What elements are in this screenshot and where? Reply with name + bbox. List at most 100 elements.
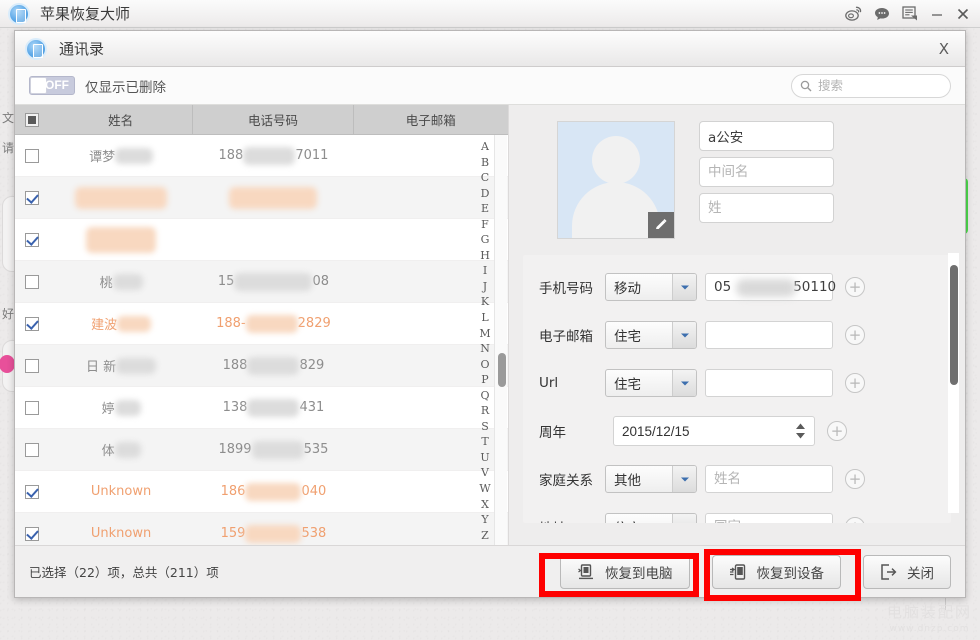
alphabet-index-letter[interactable]: U bbox=[480, 452, 489, 463]
alphabet-index-letter[interactable]: R bbox=[481, 405, 489, 416]
address-type-select[interactable]: 住宅 bbox=[605, 513, 697, 523]
close-button[interactable]: 关闭 bbox=[863, 554, 951, 589]
alphabet-index-letter[interactable]: V bbox=[481, 467, 489, 478]
table-row[interactable]: 建波 188- 2829 bbox=[15, 303, 508, 345]
alphabet-index-letter[interactable]: L bbox=[481, 312, 488, 323]
mobile-type-select[interactable]: 移动 bbox=[605, 273, 697, 301]
detail-scrollbar[interactable] bbox=[948, 253, 959, 513]
alphabet-index-letter[interactable]: N bbox=[480, 343, 490, 354]
column-header-name[interactable]: 姓名 bbox=[49, 105, 194, 134]
alphabet-index-letter[interactable]: X bbox=[481, 499, 489, 510]
recover-to-device-button[interactable]: 恢复到设备 bbox=[711, 554, 841, 589]
table-row[interactable] bbox=[15, 177, 508, 219]
alphabet-index-letter[interactable]: I bbox=[483, 265, 487, 276]
relation-type-select[interactable]: 其他 bbox=[605, 465, 697, 493]
column-header-phone[interactable]: 电话号码 bbox=[193, 105, 354, 134]
row-checkbox[interactable] bbox=[24, 274, 39, 289]
row-select-cell[interactable] bbox=[15, 261, 49, 302]
spinner-arrows-icon[interactable] bbox=[795, 423, 806, 439]
url-type-select[interactable]: 住宅 bbox=[605, 369, 697, 397]
toggle-track[interactable]: OFF bbox=[29, 76, 75, 95]
alphabet-index-letter[interactable]: S bbox=[481, 421, 489, 432]
row-checkbox[interactable] bbox=[24, 526, 39, 541]
email-value-field[interactable] bbox=[705, 321, 833, 349]
plus-circle-icon[interactable]: + bbox=[845, 469, 865, 489]
table-row[interactable]: 体 1899 535 bbox=[15, 429, 508, 471]
alphabet-index-letter[interactable]: P bbox=[481, 374, 488, 385]
select-all-checkbox[interactable] bbox=[24, 112, 39, 127]
anniversary-date-field[interactable]: 2015/12/15 bbox=[613, 416, 815, 446]
mobile-number-field[interactable]: 05 50110 bbox=[705, 273, 836, 301]
table-row[interactable]: 谭梦 188 7011 bbox=[15, 135, 508, 177]
alphabet-index-letter[interactable]: G bbox=[481, 234, 490, 245]
alphabet-index-letter[interactable]: C bbox=[481, 172, 489, 183]
alphabet-index-letter[interactable]: H bbox=[480, 250, 490, 261]
alphabet-index-letter[interactable]: A bbox=[481, 141, 489, 152]
table-row[interactable]: Unknown 186 040 bbox=[15, 471, 508, 513]
middle-name-field[interactable] bbox=[699, 157, 834, 187]
alphabet-index-letter[interactable]: B bbox=[481, 157, 489, 168]
table-body[interactable]: 谭梦 188 7011 桃 15 08 建波 188- 2829 日 新 188 829 婷 138 431… bbox=[15, 135, 508, 545]
show-deleted-toggle[interactable]: OFF 仅显示已删除 bbox=[29, 76, 166, 96]
plus-circle-icon[interactable]: + bbox=[845, 325, 865, 345]
email-type-select[interactable]: 住宅 bbox=[605, 321, 697, 349]
table-row[interactable]: 日 新 188 829 bbox=[15, 345, 508, 387]
relation-name-field[interactable] bbox=[705, 465, 833, 493]
alphabet-index-letter[interactable]: D bbox=[481, 188, 490, 199]
url-value-field[interactable] bbox=[705, 369, 833, 397]
pencil-icon[interactable] bbox=[648, 212, 674, 238]
chevron-down-icon[interactable] bbox=[672, 322, 696, 348]
row-select-cell[interactable] bbox=[15, 471, 49, 512]
alphabet-index-letter[interactable]: E bbox=[481, 203, 489, 214]
alphabet-index-letter[interactable]: O bbox=[480, 359, 489, 370]
chat-icon[interactable] bbox=[874, 7, 890, 21]
table-row[interactable]: Unknown 159 538 bbox=[15, 513, 508, 545]
row-checkbox[interactable] bbox=[24, 148, 39, 163]
chevron-down-icon[interactable] bbox=[672, 466, 696, 492]
search-box[interactable] bbox=[791, 73, 951, 98]
column-header-email[interactable]: 电子邮箱 bbox=[354, 105, 508, 134]
row-checkbox[interactable] bbox=[24, 400, 39, 415]
alphabet-index-letter[interactable]: T bbox=[481, 436, 488, 447]
detail-scrollbar-thumb[interactable] bbox=[950, 265, 958, 385]
select-all-cell[interactable] bbox=[15, 105, 49, 134]
recover-to-computer-button[interactable]: 恢复到电脑 bbox=[560, 554, 690, 589]
close-icon[interactable] bbox=[956, 7, 970, 21]
row-select-cell[interactable] bbox=[15, 387, 49, 428]
row-select-cell[interactable] bbox=[15, 303, 49, 344]
alphabet-index-letter[interactable]: W bbox=[479, 483, 490, 494]
chevron-down-icon[interactable] bbox=[672, 514, 696, 523]
row-checkbox[interactable] bbox=[24, 316, 39, 331]
row-checkbox[interactable] bbox=[24, 358, 39, 373]
table-scrollbar-thumb[interactable] bbox=[498, 353, 506, 387]
table-row[interactable] bbox=[15, 219, 508, 261]
chevron-down-icon[interactable] bbox=[672, 370, 696, 396]
row-select-cell[interactable] bbox=[15, 429, 49, 470]
row-select-cell[interactable] bbox=[15, 177, 49, 218]
feedback-icon[interactable] bbox=[902, 6, 918, 21]
row-checkbox[interactable] bbox=[24, 484, 39, 499]
alphabet-index-letter[interactable]: Z bbox=[481, 530, 489, 541]
table-scrollbar[interactable] bbox=[494, 135, 507, 545]
chevron-down-icon[interactable] bbox=[672, 274, 696, 300]
alphabet-index[interactable]: ABCDEFGHIJKLMNOPQRSTUVWXYZ bbox=[477, 135, 493, 545]
row-select-cell[interactable] bbox=[15, 345, 49, 386]
row-select-cell[interactable] bbox=[15, 219, 49, 260]
alphabet-index-letter[interactable]: K bbox=[481, 296, 489, 307]
alphabet-index-letter[interactable]: J bbox=[483, 281, 487, 292]
alphabet-index-letter[interactable]: Y bbox=[481, 514, 488, 525]
first-name-field[interactable] bbox=[699, 121, 834, 151]
row-checkbox[interactable] bbox=[24, 232, 39, 247]
alphabet-index-letter[interactable]: F bbox=[481, 219, 489, 230]
plus-circle-icon[interactable]: + bbox=[827, 421, 847, 441]
row-select-cell[interactable] bbox=[15, 135, 49, 176]
table-row[interactable]: 桃 15 08 bbox=[15, 261, 508, 303]
row-select-cell[interactable] bbox=[15, 513, 49, 545]
address-country-field[interactable] bbox=[705, 513, 833, 523]
minimize-icon[interactable] bbox=[930, 7, 944, 21]
dialog-close-button[interactable]: X bbox=[933, 38, 955, 60]
weibo-icon[interactable] bbox=[845, 6, 862, 21]
alphabet-index-letter[interactable]: M bbox=[479, 328, 490, 339]
plus-circle-icon[interactable]: + bbox=[845, 277, 865, 297]
search-input[interactable] bbox=[818, 78, 938, 93]
